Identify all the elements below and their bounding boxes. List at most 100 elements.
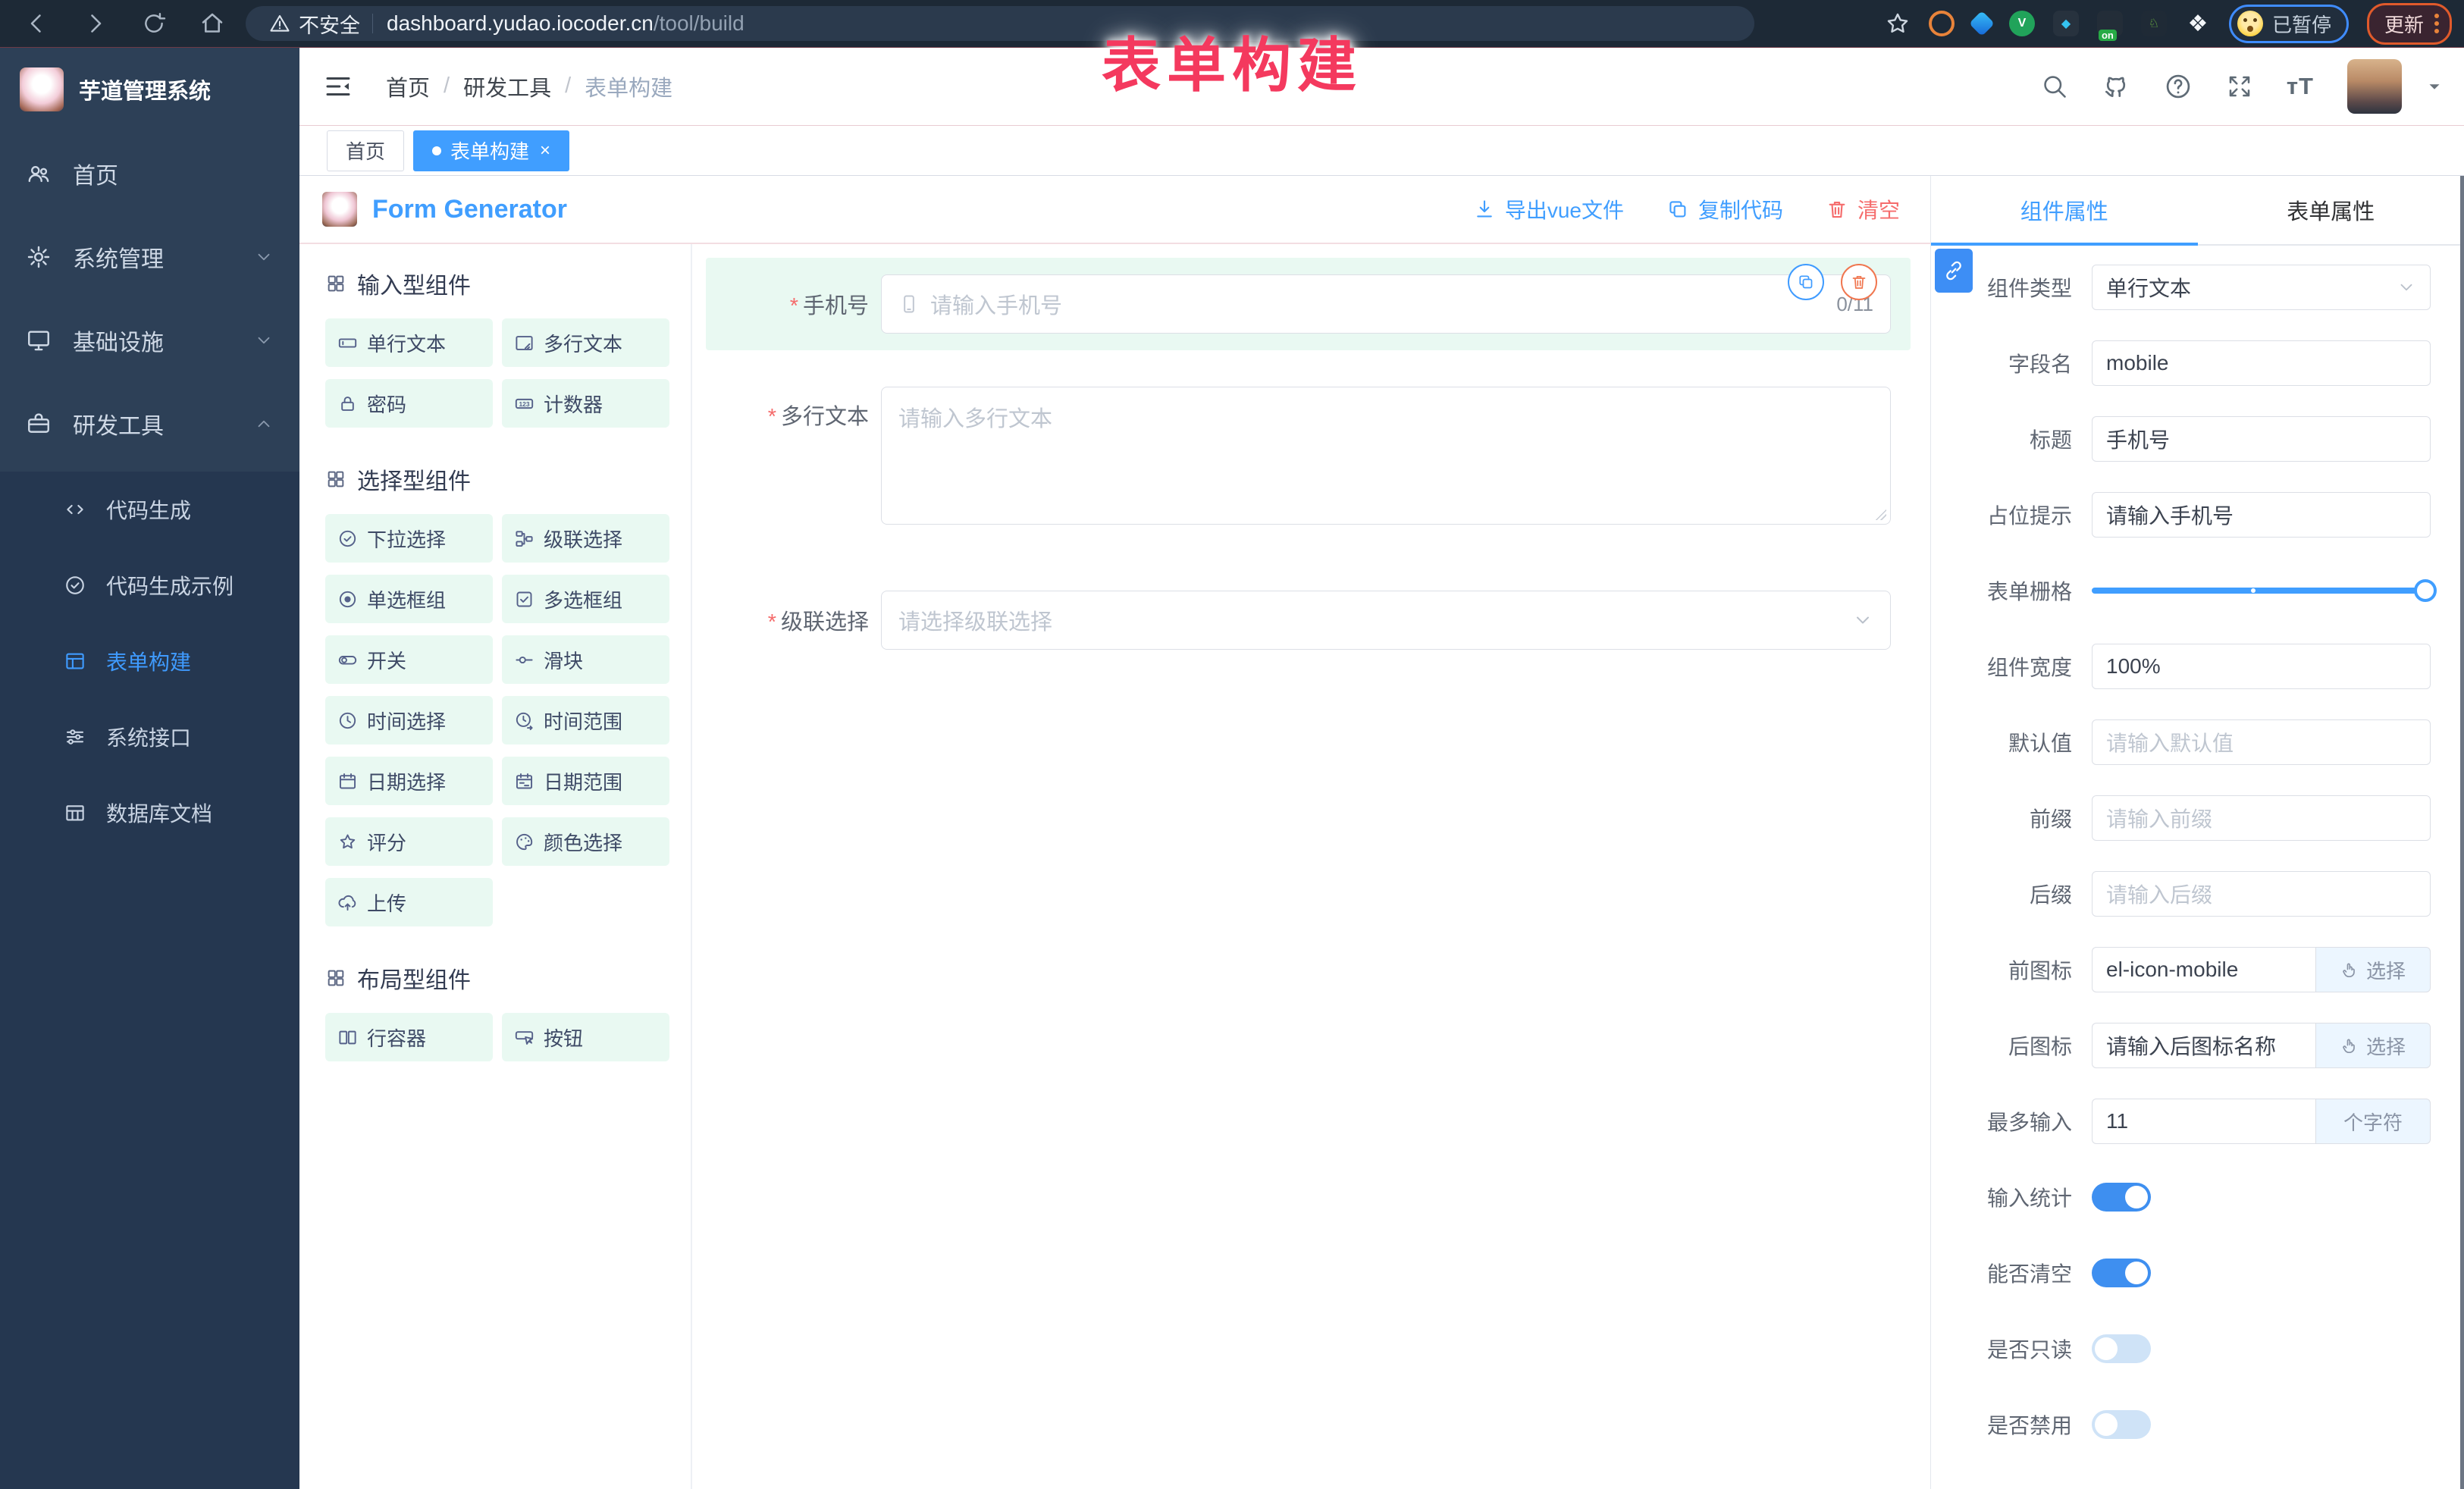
sidebar: 芋道管理系统 首页系统管理基础设施研发工具 代码生成代码生成示例表单构建系统接口…: [0, 47, 299, 1489]
avatar[interactable]: [2347, 59, 2402, 114]
component-tile-日期范围[interactable]: 日期范围: [502, 757, 669, 805]
checkbox-icon: [514, 589, 534, 610]
search-icon[interactable]: [2041, 73, 2068, 100]
prop-input-默认值[interactable]: 请输入默认值: [2092, 719, 2431, 765]
action-复制代码[interactable]: 复制代码: [1666, 194, 1783, 224]
slider-track[interactable]: [2092, 588, 2431, 594]
prop-input-字段名[interactable]: mobile: [2092, 340, 2431, 386]
sidebar-subitem-数据库文档[interactable]: 数据库文档: [0, 775, 299, 851]
canvas-field-mobile[interactable]: *手机号 请输入手机号 0/11: [706, 258, 1911, 350]
component-tile-开关[interactable]: 开关: [325, 635, 493, 684]
delete-field-button[interactable]: [1841, 264, 1877, 300]
back-icon[interactable]: [23, 10, 50, 37]
prop-slider-表单栅格[interactable]: [2092, 568, 2431, 613]
component-tile-颜色选择[interactable]: 颜色选择: [502, 817, 669, 866]
breadcrumb-item[interactable]: 首页: [386, 71, 430, 102]
prop-input-后缀[interactable]: 请输入后缀: [2092, 871, 2431, 917]
prop-input-前缀[interactable]: 请输入前缀: [2092, 795, 2431, 841]
prop-input-最多输入[interactable]: 11: [2092, 1099, 2315, 1144]
json-drawer-link-button[interactable]: [1935, 249, 1973, 293]
component-tile-多行文本[interactable]: 多行文本: [502, 318, 669, 367]
paused-extension-button[interactable]: 已暂停: [2229, 5, 2349, 43]
breadcrumb-item[interactable]: 研发工具: [463, 71, 551, 102]
component-tile-级联选择[interactable]: 级联选择: [502, 514, 669, 563]
component-tile-时间范围[interactable]: 时间范围: [502, 696, 669, 744]
extension-icon[interactable]: ◆: [2053, 11, 2079, 36]
prop-input-占位提示[interactable]: 请输入手机号: [2092, 492, 2431, 538]
action-清空[interactable]: 清空: [1826, 194, 1900, 224]
browser-update-button[interactable]: 更新: [2367, 3, 2452, 45]
forward-icon[interactable]: [82, 10, 109, 37]
component-tile-单行文本[interactable]: 单行文本: [325, 318, 493, 367]
help-icon[interactable]: [2164, 72, 2193, 101]
append-button-个字符[interactable]: 个字符: [2315, 1099, 2431, 1144]
sidebar-item-研发工具[interactable]: 研发工具: [0, 382, 299, 466]
view-tab-表单构建[interactable]: 表单构建×: [413, 130, 569, 171]
sidebar-subitem-系统接口[interactable]: 系统接口: [0, 699, 299, 775]
github-icon[interactable]: [2102, 72, 2130, 101]
component-tile-日期选择[interactable]: 日期选择: [325, 757, 493, 805]
toggle-是否禁用[interactable]: [2092, 1410, 2151, 1439]
sidebar-item-基础设施[interactable]: 基础设施: [0, 299, 299, 382]
mobile-input[interactable]: 请输入手机号 0/11: [881, 274, 1891, 334]
counter-icon: 123: [514, 393, 534, 414]
browser-menu-icon[interactable]: [2434, 14, 2439, 33]
tab-form-props[interactable]: 表单属性: [2198, 176, 2464, 244]
sidebar-subitem-表单构建[interactable]: 表单构建: [0, 623, 299, 699]
slider-handle[interactable]: [2414, 579, 2437, 602]
action-导出vue文件[interactable]: 导出vue文件: [1473, 194, 1624, 224]
prop-input-后图标[interactable]: 请输入后图标名称: [2092, 1023, 2315, 1068]
canvas-field-textarea[interactable]: *多行文本 请输入多行文本: [706, 387, 1911, 525]
fullscreen-icon[interactable]: [2226, 73, 2253, 100]
reload-icon[interactable]: [141, 11, 167, 36]
append-button-选择[interactable]: 选择: [2315, 947, 2431, 992]
url-bar[interactable]: 不安全 dashboard.yudao.iocoder.cn /tool/bui…: [246, 6, 1754, 41]
app-logo[interactable]: 芋道管理系统: [0, 47, 299, 132]
toggle-输入统计[interactable]: [2092, 1183, 2151, 1212]
font-size-icon[interactable]: тT: [2287, 73, 2314, 100]
prop-input-前图标[interactable]: el-icon-mobile: [2092, 947, 2315, 992]
close-tab-icon[interactable]: ×: [540, 140, 550, 161]
component-tile-下拉选择[interactable]: 下拉选择: [325, 514, 493, 563]
component-tile-上传[interactable]: 上传: [325, 878, 493, 926]
component-tile-密码[interactable]: 密码: [325, 379, 493, 428]
collapse-menu-icon[interactable]: [322, 71, 354, 102]
sidebar-item-首页[interactable]: 首页: [0, 132, 299, 215]
toggle-是否只读[interactable]: [2092, 1334, 2151, 1363]
home-icon[interactable]: [199, 10, 226, 37]
tab-component-props[interactable]: 组件属性: [1931, 176, 2198, 244]
component-tile-时间选择[interactable]: 时间选择: [325, 696, 493, 744]
resize-handle-icon[interactable]: [1874, 508, 1886, 520]
prop-label: 是否只读: [1942, 1334, 2072, 1364]
window-scrollbar[interactable]: [2460, 47, 2464, 1489]
prop-select-组件类型[interactable]: 单行文本: [2092, 265, 2431, 310]
component-tile-按钮[interactable]: 按钮: [502, 1013, 669, 1061]
append-button-选择[interactable]: 选择: [2315, 1023, 2431, 1068]
view-tab-首页[interactable]: 首页: [327, 130, 404, 171]
component-section: 输入型组件单行文本多行文本密码123计数器: [325, 267, 669, 428]
extension-icon[interactable]: ♘: [2141, 11, 2167, 36]
chevron-down-icon[interactable]: [2425, 77, 2444, 96]
bookmark-star-icon[interactable]: [1885, 11, 1911, 36]
component-tile-单选框组[interactable]: 单选框组: [325, 575, 493, 623]
textarea-input[interactable]: 请输入多行文本: [881, 387, 1891, 525]
extension-icon[interactable]: V: [2009, 11, 2035, 36]
prop-input-组件宽度[interactable]: 100%: [2092, 644, 2431, 689]
extensions-puzzle-icon[interactable]: ❖: [2185, 11, 2211, 36]
extension-icon[interactable]: [1929, 11, 1955, 36]
toggle-能否清空[interactable]: [2092, 1259, 2151, 1287]
component-tile-行容器[interactable]: 行容器: [325, 1013, 493, 1061]
prop-input-标题[interactable]: 手机号: [2092, 416, 2431, 462]
copy-field-button[interactable]: [1788, 264, 1824, 300]
component-tile-多选框组[interactable]: 多选框组: [502, 575, 669, 623]
cascader-select[interactable]: 请选择级联选择: [881, 591, 1891, 650]
sidebar-subitem-代码生成示例[interactable]: 代码生成示例: [0, 547, 299, 623]
canvas-field-cascader[interactable]: *级联选择 请选择级联选择: [706, 590, 1911, 650]
sidebar-subitem-代码生成[interactable]: 代码生成: [0, 472, 299, 547]
component-tile-评分[interactable]: 评分: [325, 817, 493, 866]
component-tile-计数器[interactable]: 123计数器: [502, 379, 669, 428]
sidebar-item-系统管理[interactable]: 系统管理: [0, 215, 299, 299]
extension-icon[interactable]: on: [2097, 11, 2123, 36]
extension-icon[interactable]: [1969, 11, 1995, 36]
component-tile-滑块[interactable]: 滑块: [502, 635, 669, 684]
